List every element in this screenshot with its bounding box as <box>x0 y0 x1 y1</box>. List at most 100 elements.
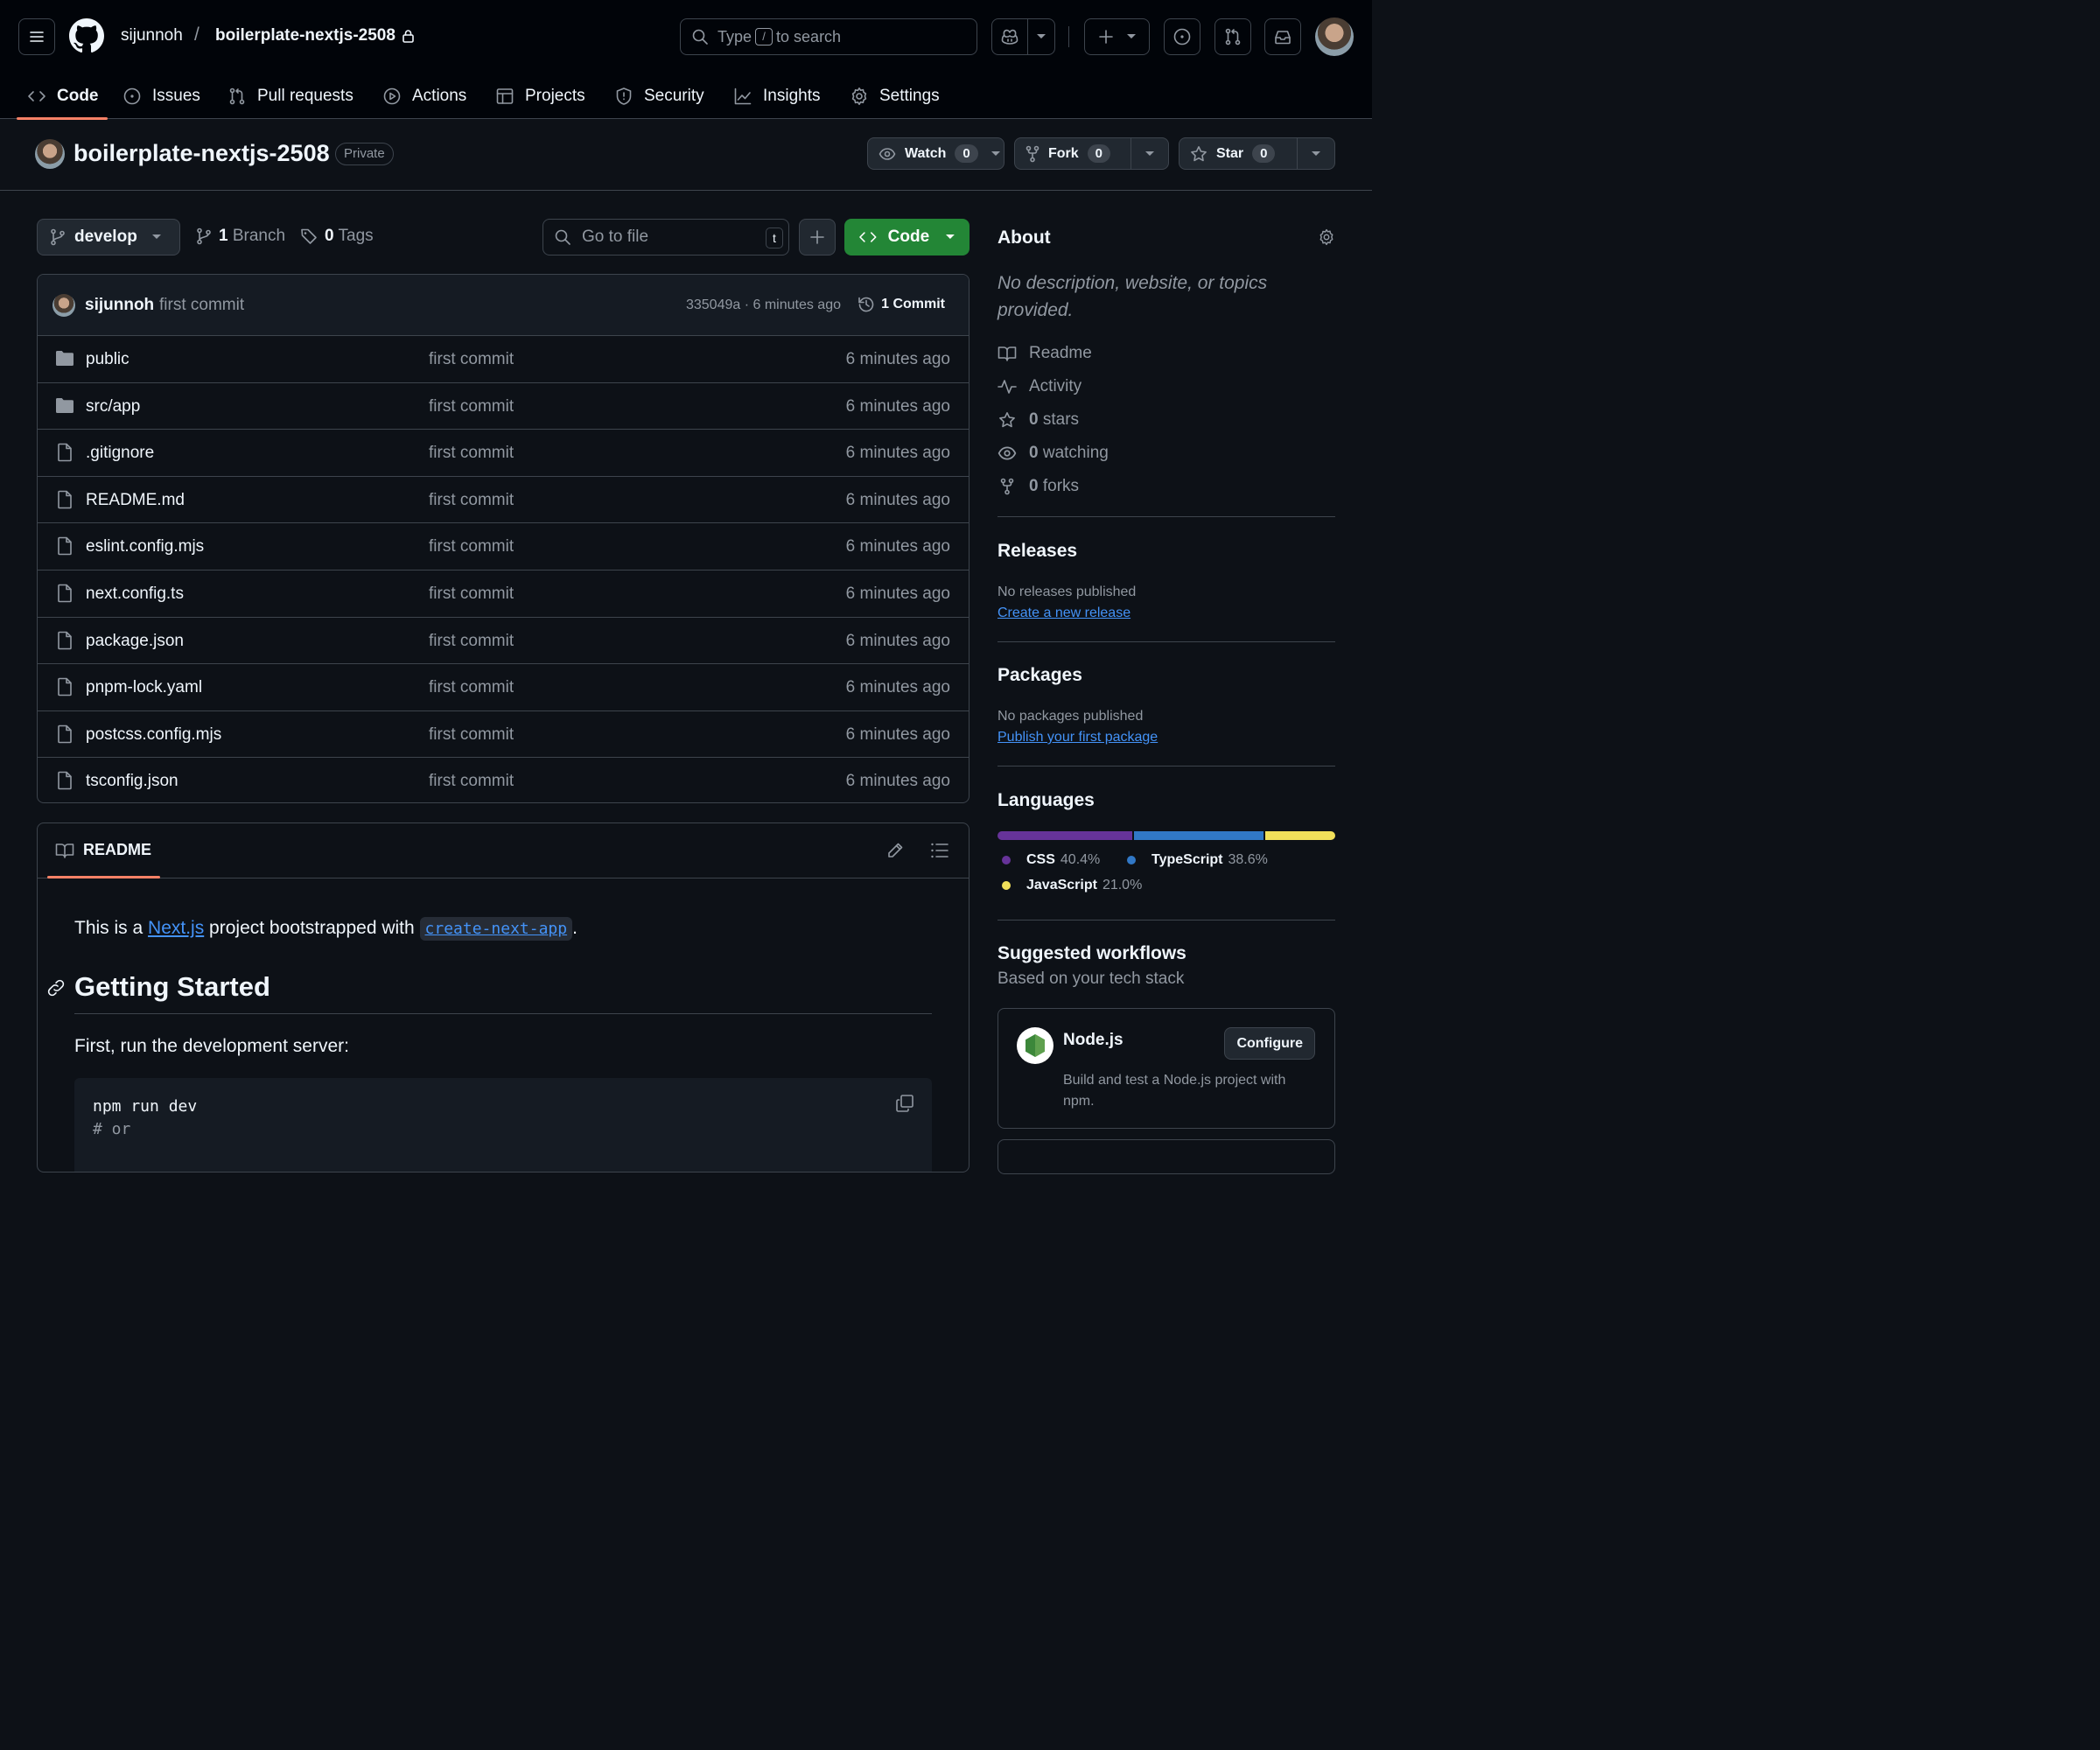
create-next-app-link[interactable]: create-next-app <box>419 917 573 941</box>
chevron-down-icon[interactable] <box>1311 150 1321 158</box>
breadcrumb-owner[interactable]: sijunnoh <box>121 26 183 46</box>
file-name[interactable]: pnpm-lock.yaml <box>86 678 202 697</box>
file-commit-message[interactable]: first commit <box>429 491 514 510</box>
file-name[interactable]: public <box>86 350 130 369</box>
file-name[interactable]: postcss.config.mjs <box>86 725 221 745</box>
file-name[interactable]: README.md <box>86 491 185 510</box>
language-css[interactable]: CSS 40.4% <box>998 852 1100 868</box>
chevron-down-icon[interactable] <box>990 150 1001 158</box>
tab-security[interactable]: Security <box>614 74 704 119</box>
pull-requests-button[interactable] <box>1214 18 1251 55</box>
tags-link[interactable]: 0 Tags <box>300 227 374 246</box>
breadcrumb-repo[interactable]: boilerplate-nextjs-2508 <box>215 26 415 46</box>
tab-projects[interactable]: Projects <box>495 74 585 119</box>
folder-icon-wrap <box>55 396 74 414</box>
file-row[interactable]: public first commit 6 minutes ago <box>38 336 969 383</box>
file-commit-message[interactable]: first commit <box>429 397 514 416</box>
commit-author[interactable]: sijunnoh <box>85 296 154 315</box>
tab-code[interactable]: Code <box>17 74 107 120</box>
go-to-file-input[interactable]: Go to file t <box>542 219 789 256</box>
code-button-label: Code <box>887 228 930 246</box>
branch-selector[interactable]: develop <box>37 219 180 256</box>
file-icon-wrap <box>55 631 74 650</box>
commit-author-avatar[interactable] <box>52 294 75 317</box>
language-typescript[interactable]: TypeScript 38.6% <box>1123 852 1268 868</box>
menu-button[interactable] <box>18 18 55 55</box>
watch-count: 0 <box>955 144 978 163</box>
language-javascript[interactable]: JavaScript 21.0% <box>998 878 1142 893</box>
commit-message[interactable]: first commit <box>159 296 244 315</box>
repo-title[interactable]: boilerplate-nextjs-2508 <box>74 140 330 167</box>
file-row[interactable]: package.json first commit 6 minutes ago <box>38 618 969 665</box>
tab-insights[interactable]: Insights <box>733 74 820 119</box>
file-age: 6 minutes ago <box>845 678 950 697</box>
tag-icon <box>301 228 317 244</box>
create-new-button[interactable] <box>1084 18 1150 55</box>
list-icon[interactable] <box>930 842 949 859</box>
add-file-button[interactable] <box>799 219 836 256</box>
file-row[interactable]: tsconfig.json first commit 6 minutes ago <box>38 758 969 802</box>
packages-title[interactable]: Packages <box>998 665 1082 686</box>
file-icon-wrap <box>55 724 74 744</box>
sidebar-item-label: forks <box>1042 477 1080 495</box>
sidebar-item-stars[interactable]: 0 stars <box>998 410 1079 430</box>
issues-button[interactable] <box>1164 18 1200 55</box>
file-name[interactable]: src/app <box>86 397 140 416</box>
tab-settings[interactable]: Settings <box>850 74 940 119</box>
tab-pull-requests[interactable]: Pull requests <box>228 74 354 119</box>
create-release-link[interactable]: Create a new release <box>998 606 1130 621</box>
pencil-icon[interactable] <box>886 842 904 859</box>
file-commit-message[interactable]: first commit <box>429 444 514 463</box>
file-commit-message[interactable]: first commit <box>429 772 514 791</box>
file-commit-message[interactable]: first commit <box>429 632 514 651</box>
tab-actions[interactable]: Actions <box>382 74 466 119</box>
anchor-link-icon[interactable] <box>46 978 66 998</box>
workflows-title: Suggested workflows <box>998 943 1186 963</box>
file-name[interactable]: package.json <box>86 632 184 651</box>
file-row[interactable]: README.md first commit 6 minutes ago <box>38 477 969 524</box>
sidebar-item-watching[interactable]: 0 watching <box>998 444 1109 463</box>
star-button[interactable]: Star 0 <box>1179 137 1335 170</box>
file-commit-message[interactable]: first commit <box>429 584 514 604</box>
watch-button[interactable]: Watch 0 <box>867 137 1004 170</box>
chevron-down-icon[interactable] <box>1144 150 1155 158</box>
search-input[interactable]: Type / to search <box>680 18 977 55</box>
file-commit-message[interactable]: first commit <box>429 350 514 369</box>
sidebar-item-forks[interactable]: 0 forks <box>998 477 1079 496</box>
publish-package-link[interactable]: Publish your first package <box>998 730 1158 746</box>
file-name[interactable]: next.config.ts <box>86 584 184 604</box>
releases-title[interactable]: Releases <box>998 541 1077 562</box>
file-commit-message[interactable]: first commit <box>429 678 514 697</box>
branches-link[interactable]: 1 Branch <box>196 227 285 246</box>
commit-sha-time[interactable]: 335049a · 6 minutes ago <box>686 298 841 313</box>
user-avatar[interactable] <box>1315 18 1354 56</box>
file-commit-message[interactable]: first commit <box>429 537 514 556</box>
tab-issues[interactable]: Issues <box>122 74 200 119</box>
file-row[interactable]: eslint.config.mjs first commit 6 minutes a… <box>38 523 969 570</box>
file-name[interactable]: tsconfig.json <box>86 772 178 791</box>
file-row[interactable]: .gitignore first commit 6 minutes ago <box>38 430 969 477</box>
fork-button[interactable]: Fork 0 <box>1014 137 1169 170</box>
file-row[interactable]: postcss.config.mjs first commit 6 minutes … <box>38 711 969 759</box>
readme-tab[interactable]: README <box>55 841 151 859</box>
commits-link[interactable]: 1 Commit <box>857 295 945 314</box>
file-name[interactable]: eslint.config.mjs <box>86 537 204 556</box>
code-dropdown-button[interactable]: Code <box>844 219 970 256</box>
github-logo-icon[interactable] <box>69 18 104 53</box>
configure-button[interactable]: Configure <box>1224 1027 1315 1060</box>
sidebar-item-activity[interactable]: Activity <box>998 377 1082 396</box>
file-commit-message[interactable]: first commit <box>429 725 514 745</box>
file-row[interactable]: next.config.ts first commit 6 minutes ago <box>38 570 969 618</box>
book-icon <box>55 843 74 858</box>
owner-avatar[interactable] <box>35 139 65 169</box>
gear-icon[interactable] <box>1318 228 1335 246</box>
file-row[interactable]: src/app first commit 6 minutes ago <box>38 383 969 430</box>
workflows-subtitle: Based on your tech stack <box>998 970 1185 988</box>
inbox-button[interactable] <box>1264 18 1301 55</box>
file-name[interactable]: .gitignore <box>86 444 154 463</box>
copilot-button[interactable] <box>991 18 1055 55</box>
sidebar-item-readme[interactable]: Readme <box>998 344 1092 363</box>
file-row[interactable]: pnpm-lock.yaml first commit 6 minutes ago <box>38 664 969 711</box>
copy-icon[interactable] <box>895 1094 914 1113</box>
nextjs-link[interactable]: Next.js <box>148 918 204 938</box>
